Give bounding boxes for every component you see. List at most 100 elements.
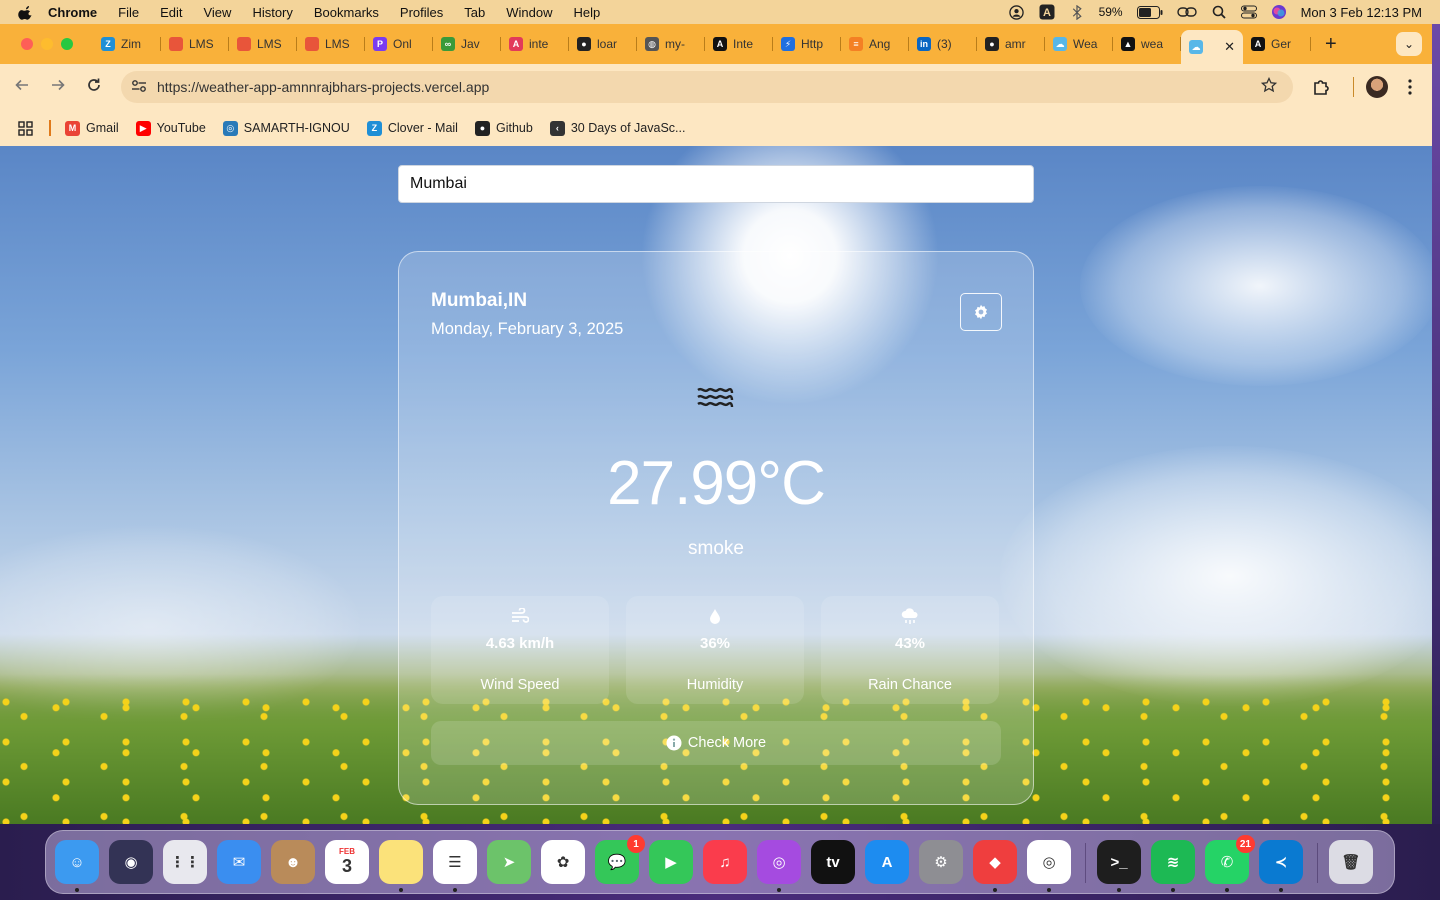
dock-siri-icon[interactable]: ◉: [109, 840, 153, 884]
back-button[interactable]: [4, 77, 40, 98]
link-icon[interactable]: [1176, 4, 1197, 20]
tab-title: Http: [801, 37, 824, 51]
menu-bookmarks[interactable]: Bookmarks: [314, 5, 379, 20]
forward-button[interactable]: [40, 77, 76, 98]
tab-title: Jav: [461, 37, 480, 51]
apple-logo-icon[interactable]: [18, 4, 34, 20]
dock-podcasts-icon[interactable]: ◎: [757, 840, 801, 884]
menu-window[interactable]: Window: [506, 5, 552, 20]
bookmark-item[interactable]: ● Github: [474, 120, 533, 136]
menu-view[interactable]: View: [203, 5, 231, 20]
apps-grid-icon[interactable]: [18, 120, 33, 136]
dock-vscode-icon[interactable]: ≺: [1259, 840, 1303, 884]
browser-tab[interactable]: LMS: [297, 29, 365, 59]
browser-tab[interactable]: ∞ Jav: [433, 29, 501, 59]
browser-tab[interactable]: A Inte: [705, 29, 773, 59]
siri-icon[interactable]: [1271, 4, 1287, 20]
settings-button[interactable]: [960, 293, 1002, 331]
browser-tab[interactable]: Z Zim: [93, 29, 161, 59]
url-text[interactable]: https://weather-app-amnnrajbhars-project…: [157, 79, 489, 95]
menubar-clock[interactable]: Mon 3 Feb 12:13 PM: [1301, 5, 1422, 20]
bookmark-item[interactable]: ◎ SAMARTH-IGNOU: [222, 120, 350, 136]
temperature-value: 27.99°C: [607, 449, 826, 518]
browser-tab[interactable]: ⚡ Http: [773, 29, 841, 59]
input-source-icon[interactable]: A: [1039, 4, 1055, 20]
bookmark-item[interactable]: ▶ YouTube: [135, 120, 206, 136]
menu-help[interactable]: Help: [574, 5, 601, 20]
browser-tab[interactable]: A Ger: [1243, 29, 1311, 59]
check-more-button[interactable]: Check More: [431, 721, 1001, 765]
browser-tab[interactable]: ☁ ✕: [1181, 30, 1243, 64]
browser-tab[interactable]: ☁ Wea: [1045, 29, 1113, 59]
menu-profiles[interactable]: Profiles: [400, 5, 443, 20]
menu-tab[interactable]: Tab: [464, 5, 485, 20]
bookmark-star-icon[interactable]: [1260, 76, 1278, 98]
dock-maps-icon[interactable]: ➤: [487, 840, 531, 884]
dock-spotify-icon[interactable]: ≋: [1151, 840, 1195, 884]
dock-chrome-icon[interactable]: ◎: [1027, 840, 1071, 884]
tab-search-button[interactable]: ⌄: [1396, 32, 1422, 56]
browser-tab[interactable]: ≡ Ang: [841, 29, 909, 59]
new-tab-button[interactable]: +: [1325, 33, 1337, 56]
minimize-window-button[interactable]: [41, 38, 53, 50]
menu-file[interactable]: File: [118, 5, 139, 20]
dock-notes-icon[interactable]: [379, 840, 423, 884]
browser-tab[interactable]: LMS: [161, 29, 229, 59]
dock-terminal-icon[interactable]: >_: [1097, 840, 1141, 884]
dock-apple-tv-icon[interactable]: tv: [811, 840, 855, 884]
dock-anydesk-icon[interactable]: ◆: [973, 840, 1017, 884]
rain-chance-label: Rain Chance: [868, 677, 952, 693]
user-circle-icon[interactable]: [1009, 4, 1025, 20]
bookmark-item[interactable]: Z Clover - Mail: [366, 120, 458, 136]
dock-glyph: ◎: [772, 854, 786, 871]
site-info-icon[interactable]: [131, 79, 149, 96]
dock-messages-icon[interactable]: 💬 1: [595, 835, 645, 884]
dock-glyph: 🗑: [1341, 854, 1361, 871]
dock-reminders-icon[interactable]: ☰: [433, 840, 477, 884]
browser-tab[interactable]: ● amr: [977, 29, 1045, 59]
dock-trash-icon[interactable]: 🗑: [1329, 840, 1373, 884]
bluetooth-icon[interactable]: [1069, 4, 1085, 20]
spotlight-search-icon[interactable]: [1211, 4, 1227, 20]
bookmark-item[interactable]: ‹ 30 Days of JavaSc...: [549, 120, 685, 136]
dock-launchpad-icon[interactable]: ⋮⋮: [163, 840, 207, 884]
status-area: A 59% Mon 3 Feb 12:13 PM: [1009, 0, 1422, 24]
dock-facetime-icon[interactable]: ▶: [649, 840, 693, 884]
running-indicator: [993, 888, 997, 892]
bookmark-item[interactable]: M Gmail: [65, 120, 119, 136]
battery-icon[interactable]: [1136, 4, 1163, 20]
dock-music-icon[interactable]: ♫: [703, 840, 747, 884]
control-center-icon[interactable]: [1240, 4, 1257, 20]
close-tab-icon[interactable]: ✕: [1224, 39, 1235, 55]
humidity-panel: 36% Humidity: [626, 596, 804, 704]
dock-photos-icon[interactable]: ✿: [541, 840, 585, 884]
browser-tab[interactable]: ◍ my-: [637, 29, 705, 59]
dock-finder-icon[interactable]: ☺: [55, 840, 99, 884]
browser-tab[interactable]: in (3): [909, 29, 977, 59]
dock-contacts-icon[interactable]: ☻: [271, 840, 315, 884]
close-window-button[interactable]: [21, 38, 33, 50]
menu-edit[interactable]: Edit: [160, 5, 182, 20]
rain-chance-panel: 43% Rain Chance: [821, 596, 999, 704]
dock-mail-icon[interactable]: ✉: [217, 840, 261, 884]
browser-tab[interactable]: ● loar: [569, 29, 637, 59]
dock-app-store-icon[interactable]: A: [865, 840, 909, 884]
dock-glyph: ⋮⋮: [170, 854, 200, 871]
browser-tab[interactable]: P Onl: [365, 29, 433, 59]
dock-system-settings-icon[interactable]: ⚙: [919, 840, 963, 884]
extensions-puzzle-icon[interactable]: [1301, 78, 1341, 96]
dock-calendar-icon[interactable]: 3 FEB: [325, 840, 369, 884]
browser-tab[interactable]: ▲ wea: [1113, 29, 1181, 59]
dock-glyph: ◆: [989, 854, 1001, 871]
dock-whatsapp-icon[interactable]: ✆ 21: [1205, 835, 1255, 884]
menu-history[interactable]: History: [252, 5, 292, 20]
city-search-input[interactable]: [398, 165, 1034, 203]
address-bar[interactable]: https://weather-app-amnnrajbhars-project…: [121, 71, 1293, 103]
menu-app-name[interactable]: Chrome: [48, 5, 97, 20]
kebab-menu-icon[interactable]: [1388, 79, 1432, 95]
browser-tab[interactable]: LMS: [229, 29, 297, 59]
browser-tab[interactable]: Ainte: [501, 29, 569, 59]
profile-avatar[interactable]: [1366, 76, 1388, 98]
zoom-window-button[interactable]: [61, 38, 73, 50]
reload-button[interactable]: [76, 77, 112, 98]
